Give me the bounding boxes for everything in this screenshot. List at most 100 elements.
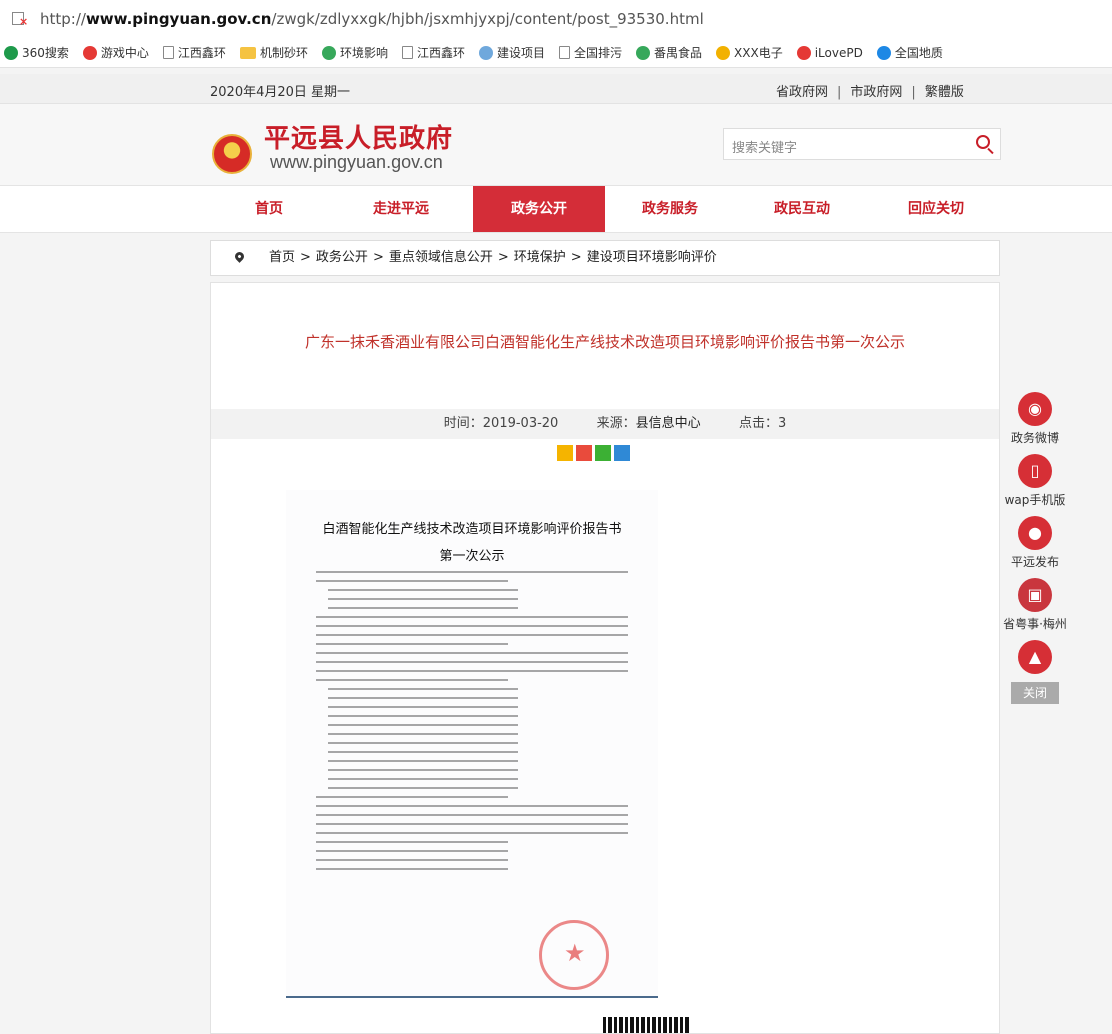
bookmark-label: 游戏中心 bbox=[100, 46, 149, 60]
breadcrumb-environment[interactable]: 环境保护 bbox=[514, 250, 566, 265]
bookmark-label: XXX电子 bbox=[734, 46, 783, 60]
location-pin-icon bbox=[233, 250, 246, 263]
time-label: 时间： bbox=[443, 416, 483, 431]
bookmark-label: iLovePD bbox=[814, 45, 863, 60]
bookmark-item[interactable]: 360搜索 bbox=[4, 44, 69, 61]
breadcrumb-separator: > bbox=[372, 250, 384, 265]
bookmark-item[interactable]: 江西鑫环 bbox=[162, 44, 226, 61]
back-to-top-icon: ▲ bbox=[1018, 640, 1052, 674]
sidebar-item-label: 政务微博 bbox=[1010, 431, 1059, 445]
mobile-icon: ▯ bbox=[1018, 454, 1052, 488]
site-name[interactable]: 平远县人民政府 bbox=[264, 118, 453, 155]
publish-date: 2019-03-20 bbox=[482, 416, 559, 431]
site-favicon-icon bbox=[636, 45, 651, 60]
bookmark-label: 建设项目 bbox=[496, 46, 545, 60]
weibo-share-icon[interactable] bbox=[576, 445, 592, 461]
bookmark-item[interactable]: 游戏中心 bbox=[82, 44, 149, 61]
breadcrumb-government-affairs[interactable]: 政务公开 bbox=[316, 250, 368, 265]
breadcrumb-home[interactable]: 首页 bbox=[269, 250, 295, 265]
clicks-label: 点击： bbox=[738, 416, 778, 431]
province-gov-link[interactable]: 省政府网 bbox=[776, 85, 828, 100]
clicks-value: 3 bbox=[777, 416, 787, 431]
sidebar-item-label: 省粤事·梅州 bbox=[1003, 617, 1067, 631]
nav-interaction[interactable]: 政民互动 bbox=[736, 186, 868, 232]
url-text[interactable]: http://www.pingyuan.gov.cn/zwgk/zdlyxxgk… bbox=[40, 10, 704, 28]
nav-about-pingyuan[interactable]: 走进平远 bbox=[335, 186, 467, 232]
top-links: 省政府网 | 市政府网 | 繁體版 bbox=[776, 81, 964, 100]
bookmarks-bar: 360搜索 游戏中心 江西鑫环 机制砂环 环境影响 江西鑫环 建设项目 全国排污 番禺食品 XXX… bbox=[0, 38, 1112, 68]
article-panel: 广东一抹禾香酒业有限公司白酒智能化生产线技术改造项目环境影响评价报告书第一次公示… bbox=[210, 282, 1000, 1034]
bookmark-item[interactable]: 江西鑫环 bbox=[401, 44, 465, 61]
page-icon bbox=[401, 46, 413, 59]
breadcrumb-key-areas[interactable]: 重点领域信息公开 bbox=[389, 250, 493, 265]
search-input[interactable]: 搜索关键字 bbox=[723, 128, 1001, 160]
national-emblem-icon bbox=[212, 134, 252, 174]
bookmark-label: 360搜索 bbox=[22, 46, 69, 60]
nav-response[interactable]: 回应关切 bbox=[870, 186, 1002, 232]
back-to-top-button[interactable]: ▲ bbox=[1003, 640, 1067, 674]
breadcrumb-separator: > bbox=[300, 250, 311, 265]
page-icon bbox=[162, 46, 174, 59]
nav-government-affairs[interactable]: 政务公开 bbox=[473, 186, 605, 232]
site-favicon-icon bbox=[4, 45, 18, 60]
breadcrumb-separator: > bbox=[570, 250, 582, 265]
bookmark-item[interactable]: 环境影响 bbox=[321, 44, 388, 61]
search-placeholder: 搜索关键字 bbox=[732, 141, 798, 156]
document-subtitle: 第一次公示 bbox=[439, 549, 505, 564]
wechat-share-icon[interactable] bbox=[595, 445, 611, 461]
top-info-bar: 2020年4月20日 星期一 省政府网 | 市政府网 | 繁體版 bbox=[0, 74, 1112, 104]
nav-government-services[interactable]: 政务服务 bbox=[604, 186, 736, 232]
folder-icon bbox=[239, 46, 256, 59]
nav-home[interactable]: 首页 bbox=[203, 186, 335, 232]
insecure-page-icon: × bbox=[12, 12, 30, 27]
site-favicon-icon bbox=[796, 45, 811, 60]
favorite-share-icon[interactable] bbox=[557, 445, 573, 461]
breadcrumb-separator: > bbox=[497, 250, 509, 265]
sidebar-item-label: wap手机版 bbox=[1004, 493, 1066, 507]
bookmark-item[interactable]: XXX电子 bbox=[716, 44, 783, 61]
site-favicon-icon bbox=[716, 45, 731, 60]
official-seal-stamp bbox=[539, 920, 609, 990]
page-icon bbox=[559, 46, 570, 59]
document-image: 白酒智能化生产线技术改造项目环境影响评价报告书 第一次公示 bbox=[286, 490, 658, 998]
traditional-chinese-link[interactable]: 繁體版 bbox=[925, 85, 964, 100]
source-value: 县信息中心 bbox=[635, 416, 701, 431]
city-gov-link[interactable]: 市政府网 bbox=[850, 85, 902, 100]
more-share-icon[interactable] bbox=[614, 445, 630, 461]
breadcrumb: 首页 > 政务公开 > 重点领域信息公开 > 环境保护 > 建设项目环境影响评价 bbox=[210, 240, 1000, 276]
site-favicon-icon bbox=[82, 45, 97, 60]
sidebar-item-label: 平远发布 bbox=[1010, 555, 1059, 569]
article-title: 广东一抹禾香酒业有限公司白酒智能化生产线技术改造项目环境影响评价报告书第一次公示 bbox=[304, 333, 905, 351]
sidebar-item-wechat[interactable]: ● 平远发布 bbox=[1003, 516, 1067, 570]
sidebar-item-wap[interactable]: ▯ wap手机版 bbox=[1003, 454, 1067, 508]
document-body-text bbox=[316, 571, 628, 870]
article-meta: 时间：2019-03-20 来源：县信息中心 点击：3 bbox=[211, 409, 999, 439]
site-favicon-icon bbox=[321, 45, 336, 60]
wechat-icon: ● bbox=[1018, 516, 1052, 550]
bookmark-label: 江西鑫环 bbox=[177, 46, 226, 60]
sidebar-item-app[interactable]: ▣ 省粤事·梅州 bbox=[1003, 578, 1067, 632]
bookmark-item[interactable]: 机制砂环 bbox=[239, 44, 308, 61]
bookmark-label: 全国地质 bbox=[894, 46, 943, 60]
close-sidebar-button[interactable]: 关闭 bbox=[1011, 682, 1059, 704]
breadcrumb-eia[interactable]: 建设项目环境影响评价 bbox=[587, 250, 717, 265]
site-url: www.pingyuan.gov.cn bbox=[270, 152, 443, 172]
bookmark-label: 番禺食品 bbox=[654, 46, 703, 60]
bookmark-item[interactable]: 全国地质 bbox=[876, 44, 943, 61]
qr-code bbox=[603, 1017, 689, 1033]
search-icon[interactable] bbox=[976, 135, 990, 149]
floating-sidebar: ◉ 政务微博 ▯ wap手机版 ● 平远发布 ▣ 省粤事·梅州 ▲ 关闭 bbox=[1003, 392, 1067, 704]
share-buttons bbox=[557, 445, 633, 461]
bookmark-item[interactable]: 建设项目 bbox=[478, 44, 545, 61]
bookmark-item[interactable]: iLovePD bbox=[796, 45, 863, 60]
current-date: 2020年4月20日 星期一 bbox=[210, 85, 351, 100]
weibo-icon: ◉ bbox=[1018, 392, 1052, 426]
bookmark-label: 机制砂环 bbox=[259, 46, 308, 60]
bookmark-item[interactable]: 全国排污 bbox=[559, 44, 622, 61]
bookmark-item[interactable]: 番禺食品 bbox=[636, 44, 702, 61]
sidebar-item-weibo[interactable]: ◉ 政务微博 bbox=[1003, 392, 1067, 446]
link-separator: | bbox=[837, 85, 842, 100]
address-bar[interactable]: × http://www.pingyuan.gov.cn/zwgk/zdlyxx… bbox=[0, 0, 1112, 38]
source-label: 来源： bbox=[596, 416, 636, 431]
site-favicon-icon bbox=[478, 45, 493, 60]
